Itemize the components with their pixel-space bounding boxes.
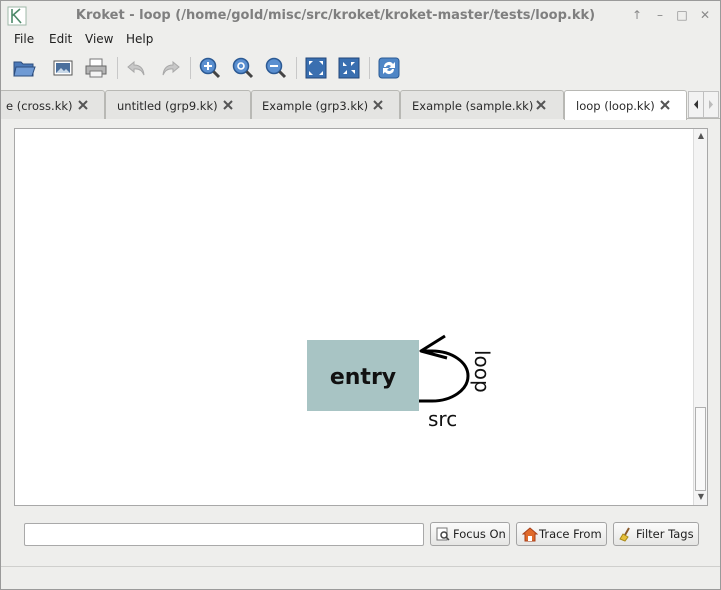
tab-label: loop (loop.kk) — [576, 99, 655, 113]
zoom-reset-button[interactable] — [228, 53, 258, 83]
close-icon[interactable]: ✕ — [697, 7, 713, 23]
kroket-logo-icon — [7, 6, 27, 26]
filter-tags-label: Filter Tags — [636, 527, 694, 541]
status-bar — [1, 566, 720, 589]
tab-loop[interactable]: loop (loop.kk) — [564, 90, 687, 120]
toolbar — [1, 51, 720, 85]
menu-bar: File Edit View Help — [1, 31, 720, 49]
fit-screen-icon — [305, 57, 327, 79]
menu-view[interactable]: View — [85, 32, 113, 46]
scroll-up-icon[interactable]: ▲ — [696, 132, 706, 140]
title-bar[interactable]: Kroket - loop (/home/gold/misc/src/kroke… — [1, 1, 720, 31]
tab-label: Example (sample.kk) — [412, 99, 534, 113]
redo-button[interactable] — [155, 53, 185, 83]
focus-icon — [436, 527, 450, 541]
trace-from-button[interactable]: Trace From — [516, 522, 607, 546]
menu-file[interactable]: File — [14, 32, 34, 46]
toolbar-separator — [296, 57, 297, 79]
tab-scroll-right-button[interactable] — [703, 91, 719, 118]
document-tabs: e (cross.kk) untitled (grp9.kk) Example … — [1, 89, 720, 120]
vertical-scrollbar[interactable]: ▲ ▼ — [693, 129, 707, 505]
tab-grp9[interactable]: untitled (grp9.kk) — [105, 90, 251, 119]
graph-drawing: entry loop src — [307, 334, 494, 431]
tab-scroll-left-button[interactable] — [688, 91, 704, 118]
graph-canvas[interactable]: entry loop src ▲ ▼ — [14, 128, 708, 506]
graph-port-label: src — [428, 407, 457, 431]
toolbar-separator — [117, 57, 118, 79]
tab-grp3[interactable]: Example (grp3.kk) — [251, 90, 400, 119]
menu-edit[interactable]: Edit — [49, 32, 72, 46]
close-tab-icon[interactable] — [77, 99, 89, 111]
chevron-left-icon — [694, 100, 698, 109]
toolbar-separator — [369, 57, 370, 79]
graph-edge-label: loop — [470, 350, 494, 393]
edge-arrowhead-icon — [419, 334, 448, 360]
export-image-button[interactable] — [48, 53, 78, 83]
center-icon — [338, 57, 360, 79]
trace-from-label: Trace From — [539, 527, 602, 541]
broom-icon — [619, 527, 630, 542]
open-button[interactable] — [9, 53, 39, 83]
zoom-reset-icon — [232, 57, 254, 79]
export-image-icon — [53, 60, 73, 76]
tab-sample[interactable]: Example (sample.kk) — [400, 90, 564, 119]
window-title: Kroket - loop (/home/gold/misc/src/kroke… — [75, 8, 596, 23]
close-tab-icon[interactable] — [372, 99, 384, 111]
home-icon — [522, 527, 538, 542]
up-arrow-icon[interactable]: ↑ — [629, 7, 645, 23]
undo-icon — [127, 60, 145, 76]
menu-help[interactable]: Help — [126, 32, 153, 46]
close-tab-icon[interactable] — [222, 99, 234, 111]
open-folder-icon — [13, 61, 36, 77]
focus-on-label: Focus On — [453, 527, 506, 541]
close-tab-icon[interactable] — [535, 99, 547, 111]
filter-tags-button[interactable]: Filter Tags — [613, 522, 699, 546]
close-tab-icon[interactable] — [659, 99, 671, 111]
redo-icon — [162, 60, 180, 76]
scroll-down-icon[interactable]: ▼ — [696, 493, 706, 501]
tab-label: e (cross.kk) — [6, 99, 73, 113]
tab-label: untitled (grp9.kk) — [117, 99, 218, 113]
refresh-button[interactable] — [374, 53, 404, 83]
maximize-icon[interactable]: □ — [674, 7, 690, 23]
tab-cross[interactable]: e (cross.kk) — [1, 90, 105, 119]
chevron-right-icon — [709, 100, 713, 109]
app-window: Kroket - loop (/home/gold/misc/src/kroke… — [0, 0, 721, 590]
zoom-in-button[interactable] — [195, 53, 225, 83]
zoom-out-button[interactable] — [261, 53, 291, 83]
zoom-in-icon — [199, 57, 221, 79]
print-icon — [85, 58, 107, 78]
fit-screen-button[interactable] — [301, 53, 331, 83]
refresh-icon — [378, 57, 400, 79]
center-button[interactable] — [334, 53, 364, 83]
focus-on-button[interactable]: Focus On — [430, 522, 510, 546]
scrollbar-thumb[interactable] — [695, 407, 706, 491]
tab-label: Example (grp3.kk) — [262, 99, 369, 113]
print-button[interactable] — [81, 53, 111, 83]
zoom-out-icon — [265, 57, 287, 79]
node-search-input[interactable] — [24, 523, 424, 546]
minimize-icon[interactable]: – — [652, 7, 668, 23]
toolbar-separator — [190, 57, 191, 79]
undo-button[interactable] — [122, 53, 152, 83]
graph-node-label: entry — [330, 365, 396, 390]
